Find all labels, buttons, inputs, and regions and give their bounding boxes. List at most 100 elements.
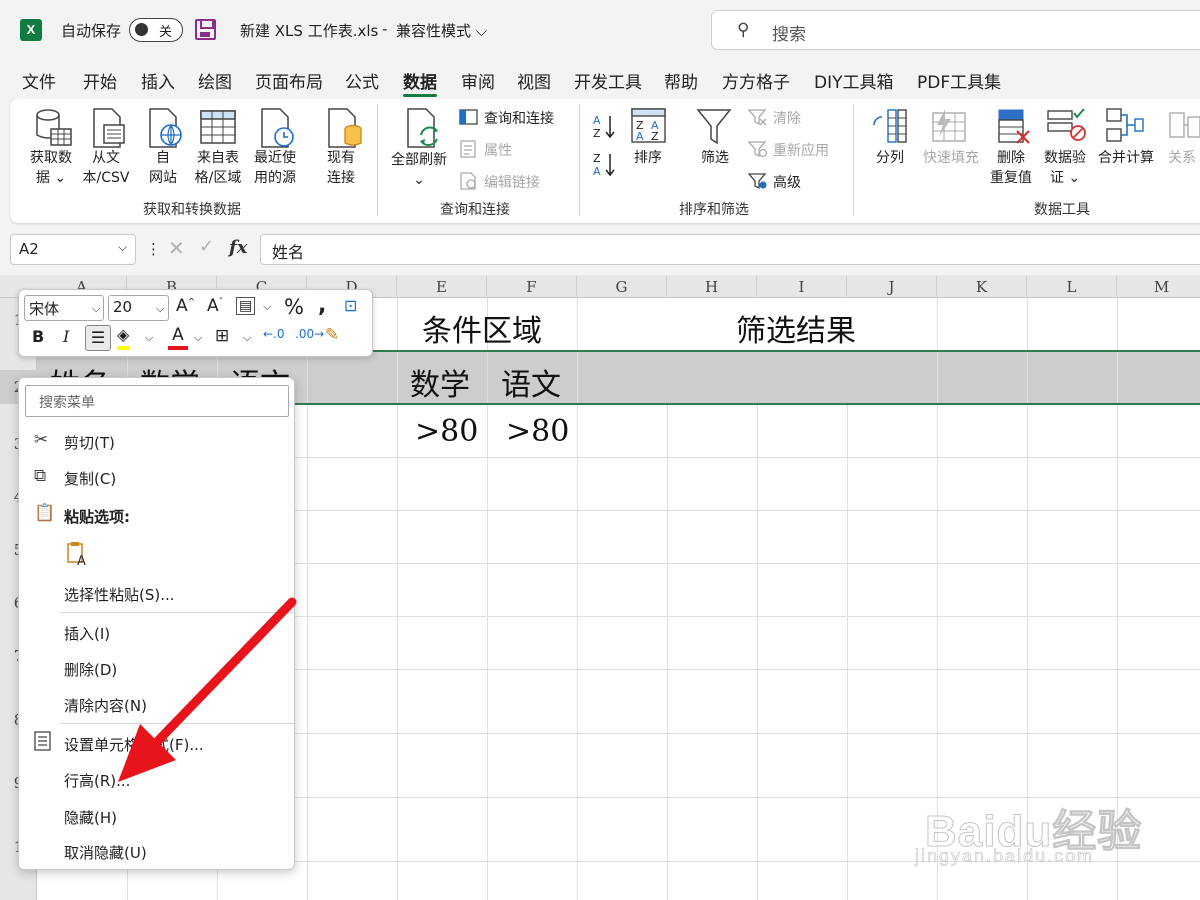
- properties-button[interactable]: 属性: [484, 140, 512, 160]
- column-header-e[interactable]: E: [397, 276, 487, 298]
- menu-search-input[interactable]: 搜索菜单: [25, 385, 289, 417]
- compat-mode-dropdown[interactable]: 兼容性模式 ⌵: [396, 20, 487, 41]
- clear-filter-button[interactable]: 清除: [773, 108, 801, 128]
- column-header-j[interactable]: J: [847, 276, 937, 298]
- refresh-all-icon: [407, 108, 438, 148]
- tab-pdf-tools[interactable]: PDF工具集: [917, 68, 1001, 93]
- menu-item-hide[interactable]: 隐藏(H): [64, 807, 117, 828]
- cell-e1[interactable]: 条件区域: [422, 306, 542, 350]
- align-center-icon[interactable]: ☰: [85, 325, 111, 351]
- search-placeholder: 搜索: [772, 25, 806, 45]
- increase-decimal-icon[interactable]: ←.0: [263, 327, 285, 341]
- sort-button[interactable]: 排序: [628, 148, 668, 168]
- percent-icon[interactable]: %: [284, 295, 304, 319]
- tab-help[interactable]: 帮助: [664, 68, 698, 93]
- merge-center-icon[interactable]: ⊡: [344, 296, 357, 315]
- recent-sources-label-1: 最近使: [254, 150, 296, 166]
- borders-icon[interactable]: ⊞: [215, 326, 229, 346]
- from-table-button[interactable]: 来自表 格/区域: [190, 148, 246, 188]
- column-header-g[interactable]: G: [577, 276, 667, 298]
- chevron-down-icon[interactable]: ⌵: [118, 240, 127, 255]
- remove-duplicates-button[interactable]: 删除 重复值: [985, 148, 1037, 188]
- font-color-icon[interactable]: A: [168, 324, 188, 350]
- menu-item-clear-contents[interactable]: 清除内容(N): [64, 695, 147, 716]
- data-validation-button[interactable]: 数据验 证 ⌄: [1040, 148, 1090, 188]
- cell-e2[interactable]: 数学: [410, 360, 470, 404]
- menu-item-format-cells[interactable]: 设置单元格格式(F)...: [64, 734, 204, 755]
- from-web-button[interactable]: 自 网站: [140, 148, 186, 188]
- tab-developer[interactable]: 开发工具: [574, 68, 642, 93]
- edit-links-button[interactable]: 编辑链接: [484, 172, 540, 192]
- tab-review[interactable]: 审阅: [461, 68, 495, 93]
- tab-insert[interactable]: 插入: [141, 68, 175, 93]
- chevron-down-icon[interactable]: ⌵: [194, 331, 202, 345]
- tab-formulas[interactable]: 公式: [345, 68, 379, 93]
- tab-file[interactable]: 文件: [22, 68, 56, 93]
- column-header-i[interactable]: I: [757, 276, 847, 298]
- chevron-down-icon[interactable]: ⌵: [243, 331, 251, 345]
- tab-diy-toolbox[interactable]: DIY工具箱: [814, 68, 894, 93]
- save-icon[interactable]: [195, 19, 216, 40]
- menu-item-insert[interactable]: 插入(I): [64, 623, 110, 644]
- document-title[interactable]: 新建 XLS 工作表.xls: [240, 20, 378, 41]
- tab-data[interactable]: 数据: [403, 68, 437, 93]
- relationships-button[interactable]: 关系: [1168, 148, 1200, 168]
- tab-page-layout[interactable]: 页面布局: [255, 68, 323, 93]
- tab-home[interactable]: 开始: [83, 68, 117, 93]
- consolidate-button[interactable]: 合并计算: [1094, 148, 1158, 168]
- increase-font-icon[interactable]: A^: [176, 296, 195, 316]
- menu-item-delete[interactable]: 删除(D): [64, 659, 117, 680]
- paste-icon[interactable]: A: [66, 541, 90, 567]
- chevron-down-icon[interactable]: ⌵: [145, 331, 153, 345]
- menu-item-cut[interactable]: 剪切(T): [64, 432, 115, 453]
- menu-item-unhide[interactable]: 取消隐藏(U): [64, 842, 147, 863]
- from-csv-label-2: 本/CSV: [82, 170, 130, 186]
- number-format-icon[interactable]: ▤: [236, 297, 256, 315]
- menu-item-copy[interactable]: 复制(C): [64, 468, 116, 489]
- confirm-icon[interactable]: ✓: [199, 236, 214, 257]
- formula-input[interactable]: 姓名: [260, 234, 1200, 265]
- column-header-h[interactable]: H: [667, 276, 757, 298]
- tab-draw[interactable]: 绘图: [198, 68, 232, 93]
- column-header-m[interactable]: M: [1117, 276, 1200, 298]
- chevron-down-icon[interactable]: ⌵: [263, 300, 271, 314]
- refresh-all-button[interactable]: 全部刷新 ⌄: [386, 150, 452, 190]
- cell-e3[interactable]: >80: [415, 414, 478, 449]
- cell-h1[interactable]: 筛选结果: [736, 306, 856, 350]
- get-data-button[interactable]: 获取数 据 ⌄: [26, 148, 76, 188]
- autosave-toggle[interactable]: 关: [129, 18, 183, 42]
- data-validation-label-1: 数据验: [1044, 150, 1086, 166]
- recent-sources-button[interactable]: 最近使 用的源: [248, 148, 302, 188]
- advanced-filter-button[interactable]: 高级: [773, 172, 801, 192]
- context-menu: [18, 377, 295, 870]
- search-input[interactable]: ⚲ 搜索: [711, 10, 1200, 50]
- existing-connections-button[interactable]: 现有 连接: [318, 148, 364, 188]
- column-header-k[interactable]: K: [937, 276, 1027, 298]
- format-painter-icon[interactable]: ✎: [325, 325, 339, 345]
- menu-item-row-height[interactable]: 行高(R)...: [64, 770, 130, 791]
- from-csv-button[interactable]: 从文 本/CSV: [79, 148, 133, 188]
- menu-item-paste-special[interactable]: 选择性粘贴(S)...: [64, 584, 175, 605]
- comma-style-icon[interactable]: ,: [318, 293, 326, 318]
- reapply-button[interactable]: 重新应用: [773, 140, 829, 160]
- cell-f2[interactable]: 语文: [501, 360, 561, 404]
- italic-icon[interactable]: I: [63, 327, 69, 346]
- decrease-font-icon[interactable]: Aˇ: [207, 296, 223, 316]
- queries-connections-button[interactable]: 查询和连接: [484, 108, 554, 128]
- autosave-label: 自动保存: [61, 22, 122, 40]
- flash-fill-button[interactable]: 快速填充: [917, 148, 985, 168]
- bold-icon[interactable]: B: [32, 327, 44, 346]
- ribbon-divider: [853, 104, 854, 216]
- column-header-f[interactable]: F: [487, 276, 577, 298]
- filter-button[interactable]: 筛选: [695, 148, 735, 168]
- cell-f3[interactable]: >80: [506, 414, 569, 449]
- more-options-icon[interactable]: ⋮: [146, 240, 161, 258]
- tab-fangfang[interactable]: 方方格子: [722, 68, 790, 93]
- text-to-columns-button[interactable]: 分列: [870, 148, 910, 168]
- cancel-icon[interactable]: ✕: [168, 236, 185, 260]
- tab-view[interactable]: 视图: [517, 68, 551, 93]
- column-header-l[interactable]: L: [1027, 276, 1117, 298]
- insert-function-icon[interactable]: fx: [229, 237, 247, 258]
- decrease-decimal-icon[interactable]: .00→: [295, 327, 324, 341]
- fill-color-icon[interactable]: ◈: [117, 324, 130, 350]
